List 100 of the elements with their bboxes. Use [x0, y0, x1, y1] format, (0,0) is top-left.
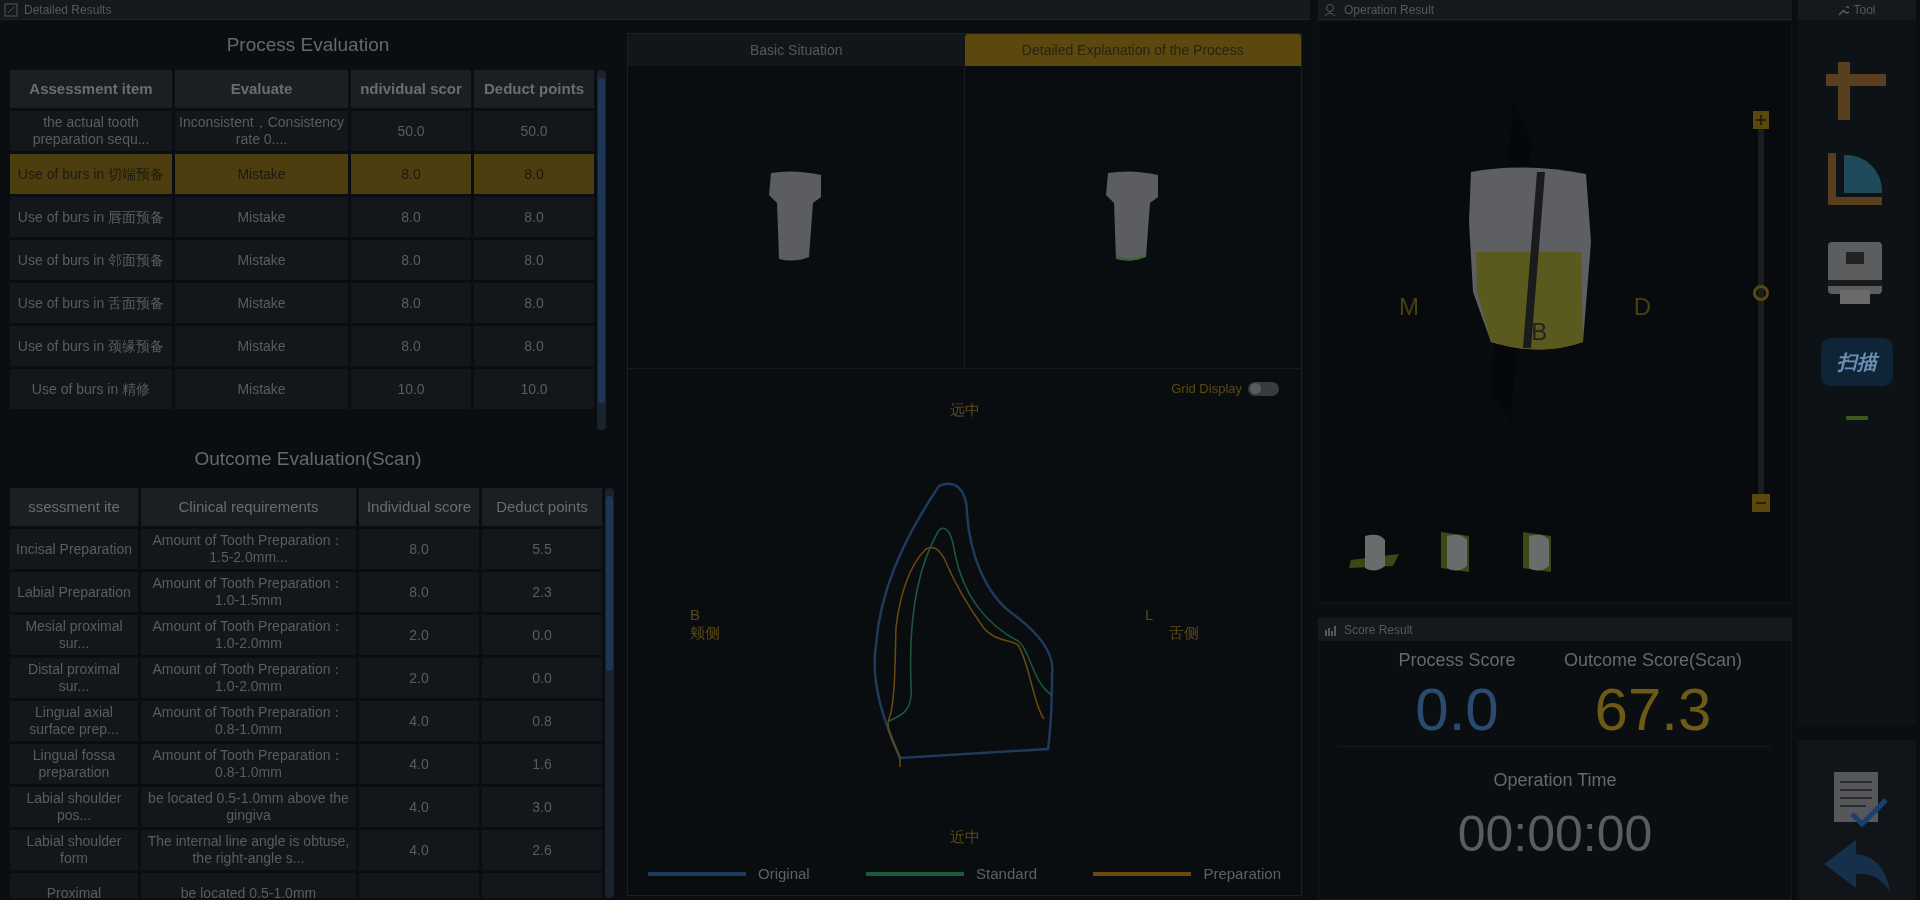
table-cell: 8.0: [474, 283, 594, 323]
table-cell: 8.0: [351, 197, 471, 237]
table-cell: 0.0: [482, 658, 602, 698]
table-cell: 8.0: [474, 326, 594, 366]
table-cell: 3.0: [482, 787, 602, 827]
score-label: Process Score: [1398, 649, 1516, 672]
table-cell: 1.6: [482, 744, 602, 784]
view-tab[interactable]: Basic Situation: [628, 34, 965, 66]
scrollbar[interactable]: [605, 488, 614, 898]
scan-button[interactable]: 扫描: [1821, 338, 1893, 386]
table-cell: 4.0: [359, 787, 479, 827]
direction-label: D: [1633, 291, 1651, 322]
score-label: Outcome Score(Scan): [1563, 649, 1743, 672]
user-icon: [1324, 2, 1338, 17]
table-cell: Amount of Tooth Preparation：1.5-2.0mm...: [141, 529, 356, 569]
edit-icon: [4, 2, 18, 17]
score-value: 67.3: [1594, 675, 1712, 745]
table-cell: Mistake: [175, 283, 348, 323]
table-cell: Mistake: [175, 197, 348, 237]
toggle-label: Grid Display: [1171, 380, 1242, 398]
column-header: Deduct points: [482, 488, 602, 526]
table-cell: Distal proximal sur...: [10, 658, 138, 698]
table-cell: Amount of Tooth Preparation：1.0-1.5mm: [141, 572, 356, 612]
direction-label: M: [1399, 291, 1419, 322]
scrollbar[interactable]: [597, 70, 606, 430]
table-cell: Amount of Tooth Preparation：1.0-2.0mm: [141, 615, 356, 655]
table-cell: Labial shoulder pos...: [10, 787, 138, 827]
table-cell: 8.0: [351, 283, 471, 323]
table-cell: Amount of Tooth Preparation：0.8-1.0mm: [141, 744, 356, 784]
table-cell: 8.0: [359, 572, 479, 612]
minimize-icon: [1846, 416, 1868, 420]
table-cell: Use of burs in 唇面预备: [10, 197, 172, 237]
table-cell: The internal line angle is obtuse, the right-angle s...: [141, 830, 356, 870]
table-cell: 4.0: [359, 744, 479, 784]
section-title: Process Evaluation: [225, 32, 391, 57]
plus-icon: [1756, 115, 1766, 125]
table-cell: 2.3: [482, 572, 602, 612]
legend-label: Preparation: [1203, 863, 1281, 884]
column-header: Assessment item: [10, 70, 172, 108]
table-cell: Lingual fossa preparation: [10, 744, 138, 784]
zoom-in-button[interactable]: [1753, 111, 1769, 129]
direction-label: 近中: [949, 827, 980, 847]
zoom-out-button[interactable]: [1752, 494, 1770, 512]
column-header: Evaluate: [175, 70, 348, 108]
direction-label: L: [1145, 605, 1154, 624]
table-cell: 10.0: [351, 369, 471, 409]
table-cell: Use of burs in 颈缘预备: [10, 326, 172, 366]
table-cell: Labial shoulder form: [10, 830, 138, 870]
table-cell: 2.6: [482, 830, 602, 870]
table-cell: 8.0: [474, 197, 594, 237]
table-cell: 8.0: [474, 240, 594, 280]
table-cell: 8.0: [359, 529, 479, 569]
table-cell: 50.0: [351, 111, 471, 151]
column-header: Clinical requirements: [141, 488, 356, 526]
panel-title: Operation Result: [1344, 1, 1435, 19]
table-cell: 4.0: [359, 830, 479, 870]
table-cell: Use of burs in 舌面预备: [10, 283, 172, 323]
table-cell: Mistake: [175, 240, 348, 280]
table-cell: the actual tooth preparation sequ...: [10, 111, 172, 151]
panel-title: Detailed Results: [24, 1, 112, 19]
column-header: Deduct points: [474, 70, 594, 108]
table-cell: 2.0: [359, 615, 479, 655]
direction-label: B: [1531, 316, 1548, 347]
table-cell: Amount of Tooth Preparation：0.8-1.0mm: [141, 701, 356, 741]
direction-label: 舌侧: [1168, 623, 1199, 642]
table-cell: Mistake: [175, 369, 348, 409]
score-value: 0.0: [1415, 675, 1499, 745]
table-cell: 8.0: [351, 240, 471, 280]
zoom-slider-thumb[interactable]: [1753, 285, 1769, 302]
ruler-tool[interactable]: [1826, 60, 1888, 122]
table-cell: Inconsistent，Consistency rate 0....: [175, 111, 348, 151]
table-cell: Amount of Tooth Preparation：1.0-2.0mm: [141, 658, 356, 698]
column-header: ssessment ite: [10, 488, 138, 526]
time-value: 00:00:00: [1457, 805, 1653, 864]
table-cell: 2.0: [359, 658, 479, 698]
direction-label: 颊侧: [690, 623, 721, 642]
direction-label: 远中: [949, 399, 980, 420]
table-cell: Use of burs in 精修: [10, 369, 172, 409]
table-cell: Incisal Preparation: [10, 529, 138, 569]
table-cell: Mesial proximal sur...: [10, 615, 138, 655]
table-cell: Use of burs in 邻面预备: [10, 240, 172, 280]
table-cell: be located 0.5-1.0mm above the gingiva: [141, 787, 356, 827]
table-cell: 50.0: [474, 111, 594, 151]
table-cell: be located 0.5-1.0mm: [141, 873, 356, 898]
table-cell: 0.0: [482, 615, 602, 655]
section-title: Outcome Evaluation(Scan): [193, 446, 423, 471]
time-label: Operation Time: [1493, 769, 1617, 792]
column-header: Individual score: [359, 488, 479, 526]
bar-chart-icon: [1325, 624, 1338, 636]
table-cell: 4.0: [359, 701, 479, 741]
column-header: ndividual scor: [351, 70, 471, 108]
grid-toggle[interactable]: [1248, 381, 1279, 396]
table-cell: 5.5: [482, 529, 602, 569]
table-cell: 10.0: [474, 369, 594, 409]
legend-label: Original: [758, 863, 810, 884]
ruler-icon: [1826, 62, 1888, 120]
panel-title: Score Result: [1344, 622, 1413, 639]
table-cell: Mistake: [175, 326, 348, 366]
table-cell: Lingual axial surface prep...: [10, 701, 138, 741]
protractor-icon: [1826, 153, 1884, 207]
